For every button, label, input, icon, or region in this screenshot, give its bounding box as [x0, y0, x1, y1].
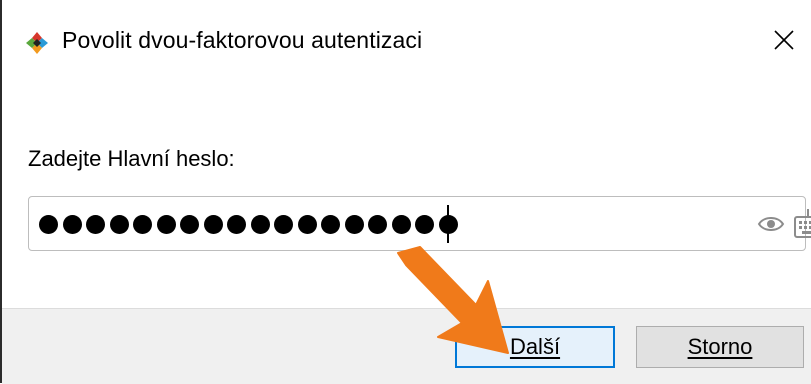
- password-dot: [415, 214, 434, 234]
- password-dot: [109, 214, 129, 234]
- next-button[interactable]: Další: [455, 326, 615, 368]
- password-dot: [86, 214, 105, 234]
- password-dot: [274, 214, 293, 234]
- password-dot: [250, 214, 270, 234]
- password-dot: [344, 214, 364, 234]
- password-dot: [180, 214, 199, 234]
- app-icon: [24, 30, 50, 56]
- window-title: Povolit dvou-faktorovou autentizaci: [62, 27, 423, 53]
- password-dot: [391, 214, 411, 234]
- close-icon: [774, 30, 794, 50]
- password-dot: [156, 214, 176, 234]
- show-password-eye-icon[interactable]: [757, 211, 785, 237]
- cancel-button[interactable]: Storno: [636, 326, 804, 368]
- password-dot: [321, 214, 340, 234]
- password-dot: [203, 214, 223, 234]
- master-password-input[interactable]: [28, 196, 811, 251]
- virtual-keyboard-icon[interactable]: [793, 207, 811, 239]
- password-dot: [133, 214, 152, 234]
- title-bar: Povolit dvou-faktorovou autentizaci: [2, 0, 811, 84]
- password-dot: [368, 214, 387, 234]
- next-button-label: Další: [509, 334, 561, 359]
- password-mask: [39, 204, 462, 244]
- password-dot: [39, 214, 58, 234]
- text-caret: [447, 205, 449, 243]
- password-dot: [62, 214, 82, 234]
- master-password-label: Zadejte Hlavní heslo:: [28, 146, 235, 171]
- password-dot: [297, 214, 317, 234]
- password-dot: [227, 214, 246, 234]
- cancel-button-label: Storno: [687, 334, 753, 359]
- dialog-window: Povolit dvou-faktorovou autentizaci Zade…: [0, 0, 811, 384]
- close-button[interactable]: [762, 18, 806, 62]
